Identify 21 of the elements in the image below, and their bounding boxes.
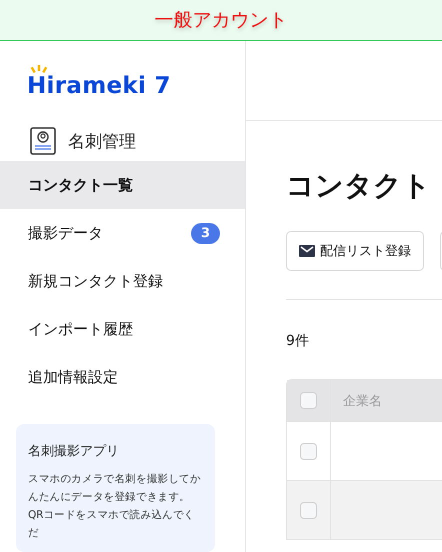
promo-title: 名刺撮影アプリ: [28, 443, 120, 460]
row-checkbox[interactable]: [300, 502, 317, 518]
sun-rays-icon: [30, 65, 48, 74]
nav-item[interactable]: 撮影データ 3: [0, 209, 245, 257]
result-count: 9件: [286, 332, 310, 350]
section-title: 名刺管理: [68, 130, 136, 153]
column-header: 企業名: [343, 392, 382, 410]
promo-text: スマホのカメラで名刺を撮影してかんたんにデータを登録できます。QRコードをスマホで読み込んでくだ: [28, 472, 202, 541]
nav-item[interactable]: インポート履歴: [0, 305, 245, 353]
nav-item[interactable]: 追加情報設定: [0, 353, 245, 401]
page-title: コンタクト: [286, 168, 432, 204]
count-badge: 3: [190, 222, 220, 244]
mail-list-button[interactable]: 配信リスト登録: [286, 231, 424, 271]
nav-item[interactable]: コンタクト一覧: [0, 161, 245, 209]
mail-icon: [299, 245, 315, 257]
select-all-checkbox[interactable]: [300, 392, 317, 409]
nav-item[interactable]: 新規コンタクト登録: [0, 257, 245, 305]
business-card-icon: [30, 127, 56, 156]
logo: Hirameki 7: [27, 73, 171, 100]
account-label: 一般アカウント: [154, 8, 288, 33]
row-checkbox[interactable]: [300, 442, 317, 460]
